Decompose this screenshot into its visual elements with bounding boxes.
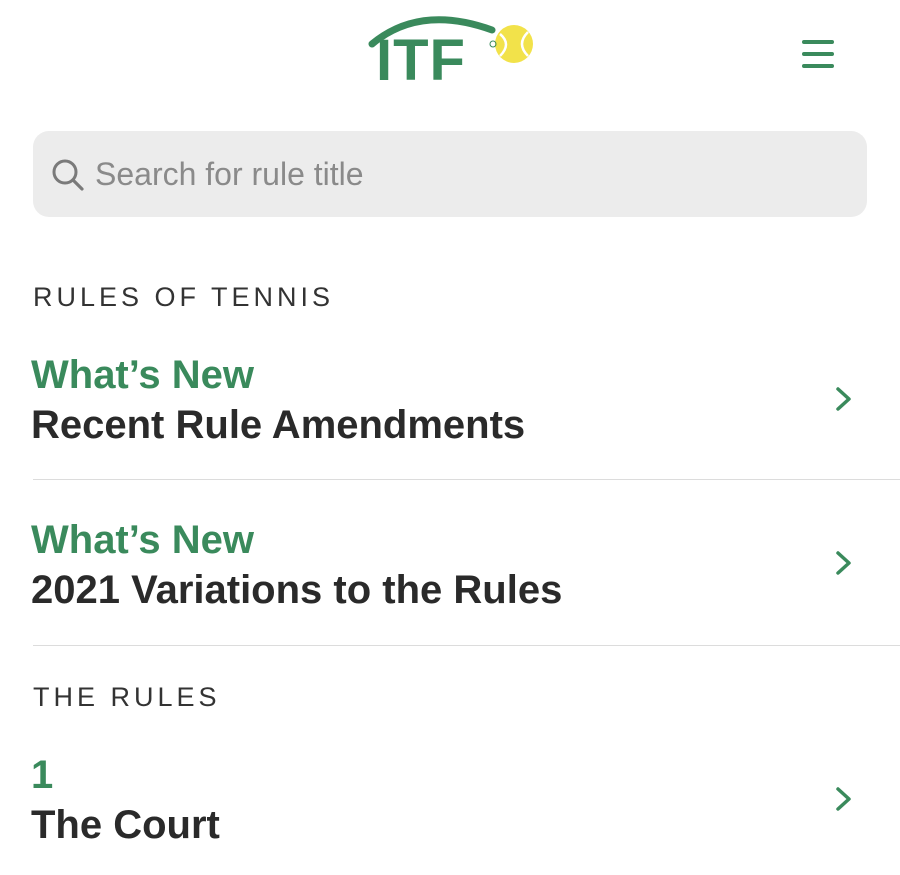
section-header-the-rules: THE RULES [33,682,221,712]
list-item-title: The Court [31,803,220,847]
menu-bar [802,52,834,56]
chevron-right-icon [834,550,854,576]
search-input[interactable] [95,131,835,217]
list-item-kicker: What’s New [31,518,254,562]
itf-logo[interactable]: ITF [360,6,540,92]
chevron-right-icon [834,386,854,412]
menu-bar [802,64,834,68]
section-header-rules-of-tennis: RULES OF TENNIS [33,282,335,312]
list-item-the-court[interactable]: 1 The Court [0,740,900,870]
divider [33,479,900,480]
list-item-kicker: 1 [31,753,54,797]
list-item-recent-rule-amendments[interactable]: What’s New Recent Rule Amendments [0,340,900,480]
hamburger-menu-icon[interactable] [800,38,836,70]
list-item-title: 2021 Variations to the Rules [31,568,563,612]
search-bar[interactable] [33,131,867,217]
itf-rules-screen: ITF RULES OF TENNIS What’s New Recent Ru… [0,0,900,875]
app-header: ITF [0,0,900,110]
logo-text: ITF [376,28,466,93]
search-icon [51,158,85,192]
chevron-right-icon [834,786,854,812]
list-item-kicker: What’s New [31,353,254,397]
menu-bar [802,40,834,44]
divider [33,645,900,646]
list-item-title: Recent Rule Amendments [31,403,526,447]
list-item-2021-variations[interactable]: What’s New 2021 Variations to the Rules [0,505,900,645]
